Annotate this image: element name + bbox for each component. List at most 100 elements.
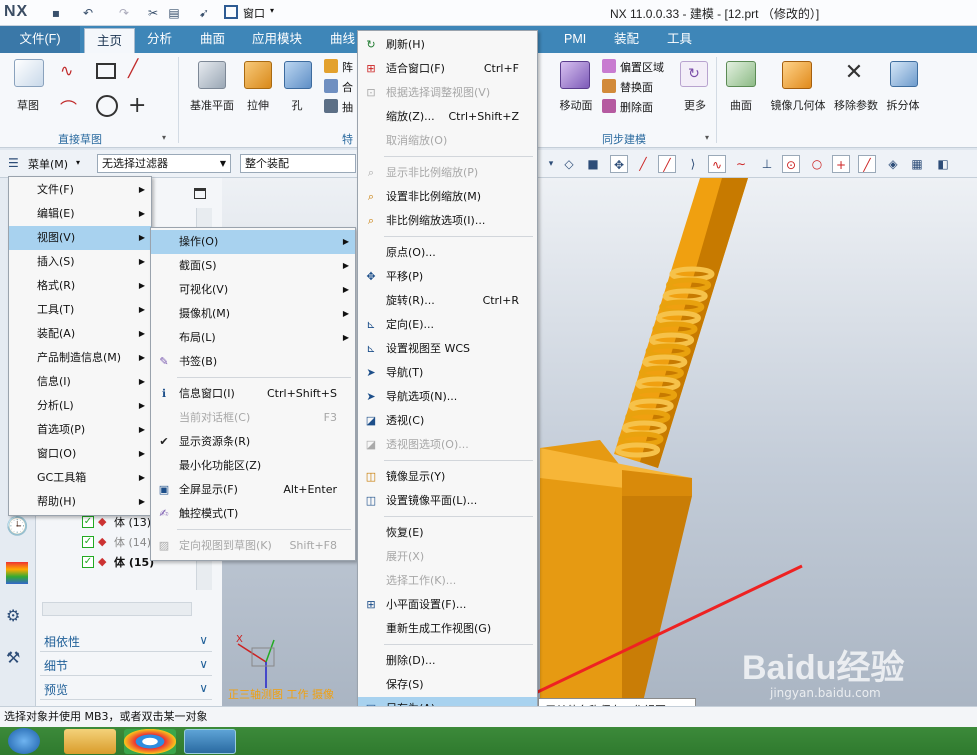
window-menu[interactable]: 窗口 [243, 5, 265, 21]
arc-center-icon[interactable]: ⊙ [782, 155, 800, 173]
main-menu-item[interactable]: 视图(V) ▶ [9, 226, 151, 250]
profile-icon[interactable]: ∿ [60, 61, 82, 81]
chevron-down-icon[interactable]: ∨ [199, 657, 208, 671]
circle-icon[interactable] [96, 95, 118, 117]
view-menu-item[interactable]: 摄像机(M) ▶ [151, 302, 355, 326]
point-icon[interactable]: + [128, 93, 152, 118]
file-explorer-icon[interactable] [64, 729, 116, 754]
offset-region-label[interactable]: 偏置区域 [620, 59, 664, 75]
tab-file[interactable]: 文件(F) [0, 26, 80, 53]
section-preview[interactable]: 预览 ∨ [40, 678, 212, 700]
chrome-icon[interactable] [124, 729, 176, 754]
horizontal-scrollbar[interactable] [42, 602, 192, 616]
mid-point-icon[interactable]: ╱ [658, 155, 676, 173]
main-menu-item[interactable]: 装配(A) ▶ [9, 322, 151, 346]
operation-menu-item[interactable]: ◪ 透视图选项(O)... [358, 433, 537, 457]
view-menu-item[interactable]: 可视化(V) ▶ [151, 278, 355, 302]
view-menu-item[interactable]: ✍ 触控模式(T) [151, 502, 355, 526]
control-point-icon[interactable]: ⟩ [684, 155, 702, 173]
surface-label[interactable]: 曲面 [724, 97, 758, 113]
replace-face-label[interactable]: 替换面 [620, 79, 653, 95]
operation-menu-item[interactable]: 重新生成工作视图(G) [358, 617, 537, 641]
start-button-icon[interactable] [8, 728, 40, 754]
chevron-down-icon[interactable]: ▼ [220, 155, 226, 172]
tab-analysis[interactable]: 分析 [137, 26, 182, 53]
tree-row[interactable]: 体 (14) [114, 534, 151, 550]
view-menu-item[interactable]: 最小化功能区(Z) [151, 454, 355, 478]
tree-row[interactable]: 体 (13) [114, 514, 151, 530]
point-on-curve-icon[interactable]: ╱ [858, 155, 876, 173]
operation-menu-item[interactable]: ◫ 镜像显示(Y) [358, 465, 537, 489]
draft-label[interactable]: 抽 [342, 99, 353, 115]
section-details[interactable]: 细节 ∨ [40, 654, 212, 676]
redo-icon[interactable]: ↷ [116, 5, 132, 21]
array-label[interactable]: 阵 [342, 59, 353, 75]
main-menu-item[interactable]: 分析(L) ▶ [9, 394, 151, 418]
delete-face-label[interactable]: 删除面 [620, 99, 653, 115]
operation-menu-item[interactable]: 取消缩放(O) [358, 129, 537, 153]
mirror-geometry-icon[interactable] [782, 61, 812, 89]
operation-menu-item[interactable]: 展开(X) [358, 545, 537, 569]
intersection-icon[interactable]: ∿ [708, 155, 726, 173]
view-menu-item[interactable]: 操作(O) ▶ [151, 230, 355, 254]
combine-label[interactable]: 合 [342, 79, 353, 95]
repeat-command-icon[interactable]: ➹ [196, 5, 212, 21]
existing-point-icon[interactable]: + [832, 155, 850, 173]
cut-icon[interactable]: ✂ [145, 5, 161, 21]
save-icon[interactable]: ▪ [48, 5, 64, 21]
chevron-down-icon[interactable]: ▾ [76, 158, 80, 167]
main-menu-item[interactable]: 窗口(O) ▶ [9, 442, 151, 466]
remove-params-label[interactable]: 移除参数 [830, 97, 882, 113]
surface-icon[interactable] [726, 61, 756, 87]
main-menu-item[interactable]: 编辑(E) ▶ [9, 202, 151, 226]
checkbox-icon[interactable]: ✓ [82, 556, 94, 568]
chevron-down-icon[interactable]: ▾ [162, 133, 166, 142]
operation-menu-item[interactable]: ⊞ 小平面设置(F)... [358, 593, 537, 617]
operation-menu-item[interactable]: ➤ 导航(T) [358, 361, 537, 385]
datum-plane-icon[interactable] [198, 61, 226, 89]
datum-plane-label[interactable]: 基准平面 [186, 97, 238, 113]
operation-menu-item[interactable]: 原点(O)... [358, 241, 537, 265]
delete-face-icon[interactable] [602, 99, 616, 113]
paste-icon[interactable]: ▤ [166, 5, 182, 21]
hole-icon[interactable] [284, 61, 312, 89]
main-menu-item[interactable]: GC工具箱 ▶ [9, 466, 151, 490]
snap-options-icon[interactable]: ◧ [934, 155, 952, 173]
chevron-down-icon[interactable]: ▾ [705, 133, 709, 142]
role-icon[interactable]: ⚒ [6, 648, 28, 670]
tangent-icon[interactable]: ⊥ [758, 155, 776, 173]
combine-icon[interactable] [324, 79, 338, 93]
tab-tools[interactable]: 工具 [657, 26, 702, 53]
operation-menu-item[interactable]: ⊾ 定向(E)... [358, 313, 537, 337]
view-menu-item[interactable]: ✎ 书签(B) [151, 350, 355, 374]
chevron-down-icon[interactable]: ∨ [199, 633, 208, 647]
arc-icon[interactable]: ⌒ [60, 95, 82, 120]
view-menu-item[interactable]: ✔ 显示资源条(R) [151, 430, 355, 454]
operation-menu-item[interactable]: ⌕ 显示非比例缩放(P) [358, 161, 537, 185]
quadrant-icon[interactable]: ○ [808, 155, 826, 173]
main-menu-item[interactable]: 帮助(H) ▶ [9, 490, 151, 514]
remove-params-icon[interactable]: ✕ [840, 59, 868, 87]
view-menu-item[interactable]: ▨ 定向视图到草图(K) Shift+F8 [151, 534, 355, 558]
nx-taskbar-icon[interactable] [184, 729, 236, 754]
cube-icon[interactable]: ■ [584, 155, 602, 173]
menu-icon[interactable]: ☰ [8, 156, 22, 170]
chevron-down-icon[interactable]: ▾ [270, 6, 274, 15]
replace-face-icon[interactable] [602, 79, 616, 93]
end-point-icon[interactable]: ╱ [634, 155, 652, 173]
operation-menu-item[interactable]: ↻ 刷新(H) [358, 33, 537, 57]
main-menu-item[interactable]: 工具(T) ▶ [9, 298, 151, 322]
operation-menu-item[interactable]: 选择工作(K)... [358, 569, 537, 593]
operation-menu-item[interactable]: 恢复(E) [358, 521, 537, 545]
system-materials-icon[interactable]: ⚙ [6, 606, 28, 628]
operation-menu-item[interactable]: ◫ 设置镜像平面(L)... [358, 489, 537, 513]
mirror-geometry-label[interactable]: 镜像几何体 [768, 97, 828, 113]
maximize-icon[interactable] [194, 188, 206, 199]
more-label[interactable]: 更多 [678, 97, 712, 113]
tab-home[interactable]: 主页 [84, 28, 136, 53]
operation-menu-item[interactable]: 旋转(R)... Ctrl+R [358, 289, 537, 313]
main-menu-item[interactable]: 产品制造信息(M) ▶ [9, 346, 151, 370]
view-menu-item[interactable]: ℹ 信息窗口(I) Ctrl+Shift+S [151, 382, 355, 406]
more-icon[interactable]: ↻ [680, 61, 708, 87]
view-menu-item[interactable]: 当前对话框(C) F3 [151, 406, 355, 430]
